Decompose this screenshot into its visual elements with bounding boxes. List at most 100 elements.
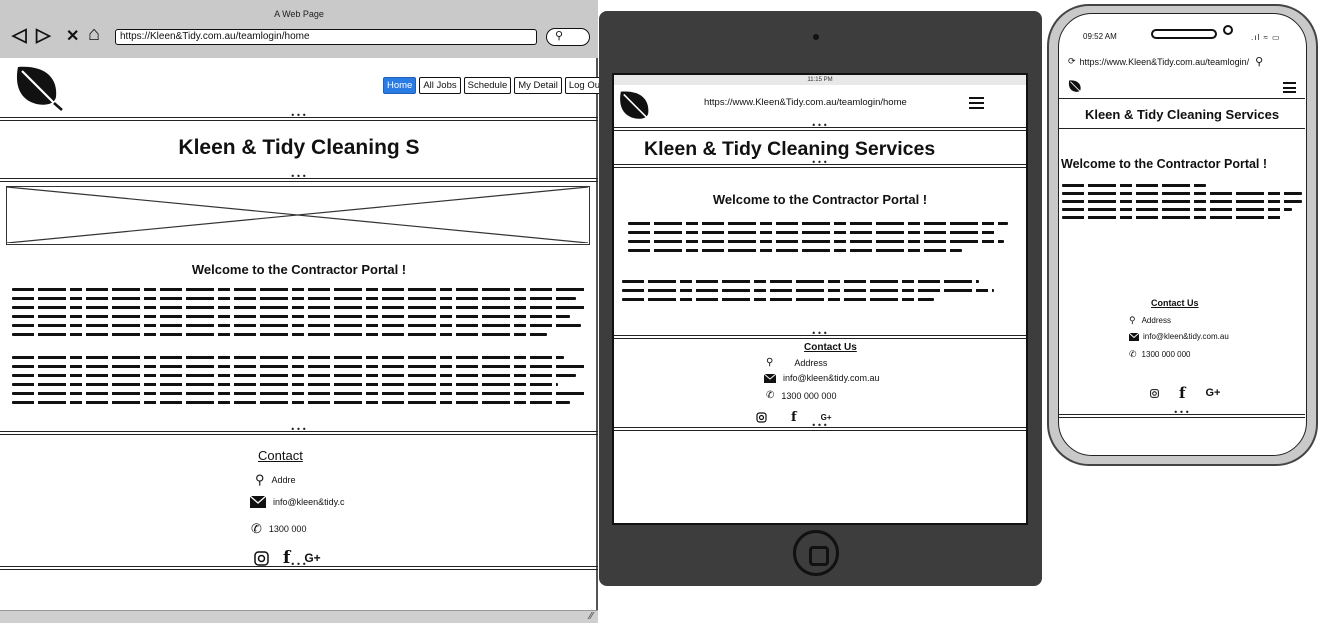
signal-wifi-battery-icon: .ıl ≈ ▭	[1251, 33, 1281, 42]
phone-device: 09:52 AM .ıl ≈ ▭ ⟳ https://www.Kleen&Tid…	[1047, 4, 1318, 466]
phone-icon: ✆	[1129, 349, 1137, 359]
social-links: f G+	[1150, 384, 1220, 402]
body-text-paragraph	[12, 288, 587, 342]
tablet-camera	[813, 34, 819, 40]
body-text-paragraph	[1062, 184, 1302, 225]
contact-title: Contact Us	[1151, 298, 1199, 308]
contact-title: Contact Us	[804, 342, 857, 353]
leaf-logo-icon[interactable]	[14, 63, 64, 111]
location-pin-icon: ⚲	[1129, 315, 1136, 325]
phone-camera	[1223, 25, 1233, 35]
contact-phone: ✆ 1300 000	[251, 521, 306, 537]
contact-title: Contact	[258, 448, 303, 463]
search-icon[interactable]: ⚲	[1255, 55, 1263, 68]
contact-email: info@kleen&tidy.c	[250, 496, 345, 508]
location-pin-icon: ⚲	[766, 357, 774, 368]
leaf-logo-icon[interactable]	[1068, 79, 1083, 94]
envelope-icon	[1129, 332, 1139, 341]
location-pin-icon: ⚲	[255, 472, 265, 487]
leaf-logo-icon[interactable]	[618, 85, 654, 127]
phone-url[interactable]: https://www.Kleen&Tidy.com.au/teamlogin/	[1080, 57, 1250, 67]
google-plus-icon[interactable]: G+	[1205, 387, 1220, 399]
divider: •••	[614, 122, 1026, 131]
hamburger-menu-icon[interactable]	[1283, 82, 1296, 93]
welcome-heading: Welcome to the Contractor Portal !	[1061, 157, 1268, 171]
divider: •••	[1059, 409, 1305, 418]
divider: •••	[614, 422, 1026, 431]
status-time: 11:15 PM	[807, 77, 833, 83]
page-title: Kleen & Tidy Cleaning Services	[1084, 107, 1280, 122]
contact-address: ⚲ Address	[1129, 315, 1171, 326]
main-nav: Home All Jobs Schedule My Detail Log Out	[383, 77, 607, 94]
contact-phone: ✆ 1300 000 000	[1129, 349, 1190, 360]
body-text-paragraph	[622, 280, 1002, 307]
nav-home[interactable]: Home	[383, 77, 417, 94]
tablet-device: 11:15 PM https://www.Kleen&Tidy.com.au/t…	[599, 11, 1042, 586]
phone-text: 1300 000	[268, 524, 307, 534]
phone-text: 1300 000 000	[1141, 350, 1191, 359]
email-text[interactable]: info@kleen&tidy.com.au	[1143, 332, 1229, 341]
hamburger-menu-icon[interactable]	[969, 97, 984, 109]
page-title: Kleen & Tidy Cleaning S	[178, 136, 420, 159]
resize-grip-icon[interactable]: ⁄⁄	[590, 611, 593, 622]
contact-address: ⚲ Addre	[255, 472, 296, 488]
reload-icon[interactable]: ⟳	[1068, 56, 1076, 67]
welcome-heading: Welcome to the Contractor Portal !	[712, 192, 928, 207]
social-links: f G+	[254, 548, 321, 568]
email-text[interactable]: info@kleen&tidy.c	[273, 497, 345, 507]
phone-url-bar[interactable]: ⟳ https://www.Kleen&Tidy.com.au/teamlogi…	[1068, 55, 1263, 68]
forward-icon[interactable]: ▷	[36, 24, 51, 47]
body-text-paragraph	[12, 356, 587, 410]
divider: •••	[0, 173, 598, 182]
envelope-icon	[250, 496, 266, 508]
contact-address: ⚲ Address	[766, 357, 827, 368]
phone-text: 1300 000 000	[781, 390, 837, 401]
nav-all-jobs[interactable]: All Jobs	[419, 77, 461, 94]
divider: •••	[0, 426, 598, 435]
stop-icon[interactable]: ✕	[66, 26, 79, 46]
divider: •••	[614, 159, 1026, 168]
divider	[1059, 128, 1305, 129]
contact-phone: ✆ 1300 000 000	[766, 390, 836, 401]
phone-speaker	[1151, 29, 1217, 39]
tablet-status-bar: 11:15 PM	[614, 75, 1026, 85]
address-text: Address	[1141, 316, 1171, 325]
welcome-heading: Welcome to the Contractor Portal !	[191, 262, 407, 277]
divider: •••	[0, 112, 598, 121]
divider	[1059, 98, 1305, 99]
tablet-home-button[interactable]	[793, 530, 839, 576]
address-text: Addre	[271, 475, 296, 485]
divider: •••	[614, 330, 1026, 339]
facebook-icon[interactable]: f	[283, 548, 290, 568]
phone-icon: ✆	[766, 390, 775, 401]
window-title: A Web Page	[274, 9, 324, 19]
back-icon[interactable]: ◁	[12, 24, 27, 47]
status-time: 09:52 AM	[1083, 32, 1117, 41]
envelope-icon	[764, 373, 776, 383]
instagram-icon[interactable]	[1150, 388, 1159, 398]
tablet-url[interactable]: https://www.Kleen&Tidy.com.au/teamlogin/…	[704, 97, 907, 108]
home-icon[interactable]: ⌂	[88, 23, 100, 46]
body-text-paragraph	[628, 222, 1008, 258]
url-bar[interactable]: https://Kleen&Tidy.com.au/teamlogin/home	[115, 29, 537, 45]
phone-icon: ✆	[251, 521, 262, 536]
address-text: Address	[794, 357, 828, 368]
instagram-icon[interactable]	[756, 412, 767, 423]
email-text[interactable]: info@kleen&tidy.com.au	[783, 373, 880, 383]
nav-schedule[interactable]: Schedule	[463, 77, 512, 94]
browser-chrome: A Web Page ◁ ▷ ✕ ⌂ https://Kleen&Tidy.co…	[0, 0, 598, 58]
search-box[interactable]: ⚲	[546, 28, 590, 46]
tablet-screen: 11:15 PM https://www.Kleen&Tidy.com.au/t…	[612, 73, 1028, 525]
divider: •••	[0, 561, 598, 570]
horizontal-scrollbar[interactable]: ⁄⁄	[0, 610, 598, 623]
facebook-icon[interactable]: f	[1179, 384, 1185, 402]
phone-screen: 09:52 AM .ıl ≈ ▭ ⟳ https://www.Kleen&Tid…	[1058, 13, 1307, 456]
instagram-icon[interactable]	[254, 550, 269, 566]
nav-my-detail[interactable]: My Detail	[514, 77, 562, 94]
page-title: Kleen & Tidy Cleaning Services	[644, 138, 936, 160]
image-placeholder	[6, 186, 590, 245]
contact-email: info@kleen&tidy.com.au	[764, 373, 880, 383]
search-icon: ⚲	[555, 30, 564, 42]
facebook-icon[interactable]: f	[791, 410, 797, 425]
browser-window: A Web Page ◁ ▷ ✕ ⌂ https://Kleen&Tidy.co…	[0, 0, 607, 623]
